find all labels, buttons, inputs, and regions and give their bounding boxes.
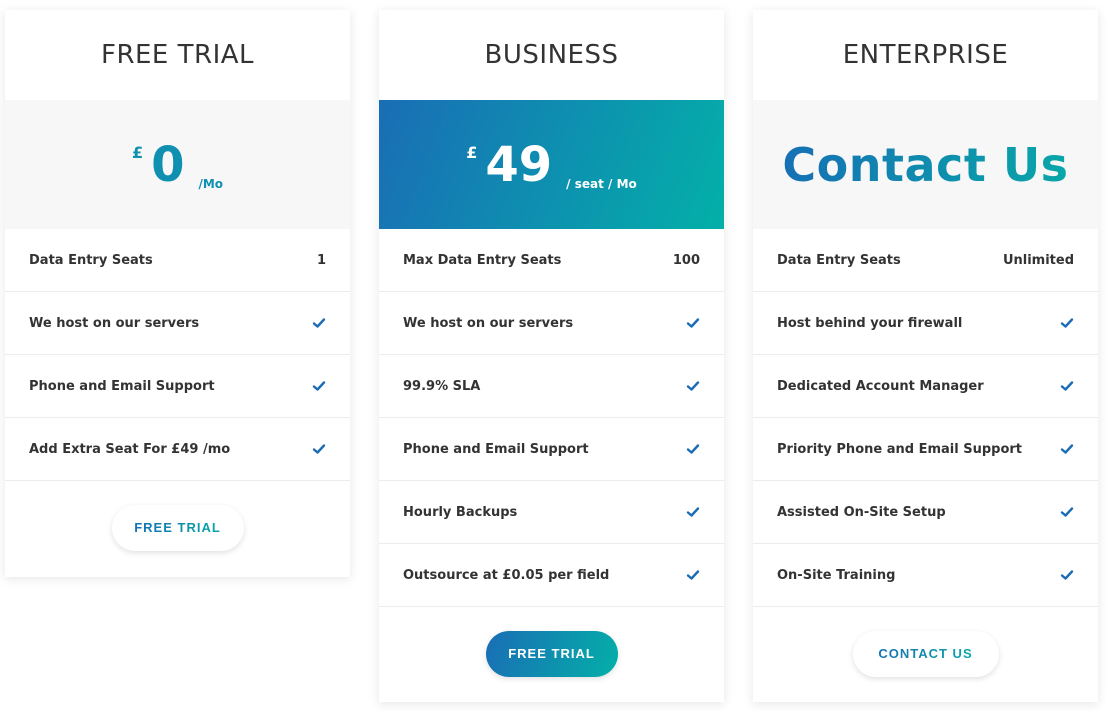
feature-list: Max Data Entry Seats 100 We host on our se… (379, 229, 724, 607)
feature-row: Host behind your firewall (753, 292, 1098, 355)
feature-label: Phone and Email Support (29, 378, 215, 394)
feature-label: Hourly Backups (403, 504, 518, 520)
check-icon (312, 316, 326, 330)
price-period: / seat / Mo (566, 176, 637, 191)
feature-label: We host on our servers (29, 315, 200, 331)
feature-value: 1 (316, 252, 326, 268)
free-trial-button[interactable]: FREE TRIAL (485, 630, 618, 677)
price-band: Contact Us (753, 100, 1098, 229)
check-icon (1060, 379, 1074, 393)
plan-card-business: BUSINESS £ 49 / seat / Mo Max Data Entry… (379, 10, 724, 702)
feature-label: On-Site Training (777, 567, 896, 583)
plan-card-free-trial: FREE TRIAL £ 0 /Mo Data Entry Seats 1 We h… (5, 10, 350, 577)
price-amount: 0 (151, 136, 185, 193)
check-icon (686, 379, 700, 393)
feature-row: We host on our servers (379, 292, 724, 355)
feature-label: Max Data Entry Seats (403, 252, 562, 268)
feature-row: Priority Phone and Email Support (753, 418, 1098, 481)
check-icon (686, 505, 700, 519)
feature-row: Outsource at £0.05 per field (379, 544, 724, 607)
contact-us-button[interactable]: CONTACT US (852, 630, 999, 677)
feature-row: Phone and Email Support (5, 355, 350, 418)
price-amount: 49 (485, 136, 553, 193)
feature-label: Data Entry Seats (29, 252, 153, 268)
feature-row: Add Extra Seat For £49 /mo (5, 418, 350, 481)
check-icon (312, 442, 326, 456)
feature-label: We host on our servers (403, 315, 574, 331)
feature-label: 99.9% SLA (403, 378, 481, 394)
plan-card-enterprise: ENTERPRISE Contact Us Data Entry Seats Un… (753, 10, 1098, 702)
check-icon (312, 379, 326, 393)
feature-row: Phone and Email Support (379, 418, 724, 481)
price-band: £ 49 / seat / Mo (379, 100, 724, 229)
feature-row: Max Data Entry Seats 100 (379, 229, 724, 292)
feature-row: 99.9% SLA (379, 355, 724, 418)
plan-title: ENTERPRISE (842, 40, 1009, 70)
plan-title: FREE TRIAL (100, 40, 255, 70)
feature-label: Assisted On-Site Setup (777, 504, 946, 520)
feature-label: Dedicated Account Manager (777, 378, 984, 394)
feature-row: Assisted On-Site Setup (753, 481, 1098, 544)
check-icon (686, 568, 700, 582)
currency-symbol: £ (131, 142, 144, 162)
price-band: £ 0 /Mo (5, 100, 350, 229)
contact-us-heading: Contact Us (782, 137, 1069, 192)
plan-title: BUSINESS (484, 40, 619, 70)
free-trial-button[interactable]: FREE TRIAL (111, 504, 244, 551)
price-period: /Mo (198, 176, 224, 191)
feature-value: Unlimited (1002, 252, 1074, 268)
check-icon (1060, 316, 1074, 330)
feature-label: Host behind your firewall (777, 315, 963, 331)
check-icon (1060, 505, 1074, 519)
check-icon (1060, 442, 1074, 456)
check-icon (686, 316, 700, 330)
feature-row: Data Entry Seats Unlimited (753, 229, 1098, 292)
feature-row: On-Site Training (753, 544, 1098, 607)
feature-row: Dedicated Account Manager (753, 355, 1098, 418)
feature-label: Add Extra Seat For £49 /mo (29, 441, 231, 457)
feature-row: Hourly Backups (379, 481, 724, 544)
feature-label: Phone and Email Support (403, 441, 589, 457)
check-icon (686, 442, 700, 456)
feature-list: Data Entry Seats 1 We host on our servers P… (5, 229, 350, 481)
feature-label: Outsource at £0.05 per field (403, 567, 610, 583)
feature-label: Priority Phone and Email Support (777, 441, 1023, 457)
check-icon (1060, 568, 1074, 582)
feature-row: We host on our servers (5, 292, 350, 355)
feature-row: Data Entry Seats 1 (5, 229, 350, 292)
feature-label: Data Entry Seats (777, 252, 901, 268)
currency-symbol: £ (466, 142, 478, 162)
feature-value: 100 (672, 252, 700, 268)
feature-list: Data Entry Seats Unlimited Host behind you… (753, 229, 1098, 607)
